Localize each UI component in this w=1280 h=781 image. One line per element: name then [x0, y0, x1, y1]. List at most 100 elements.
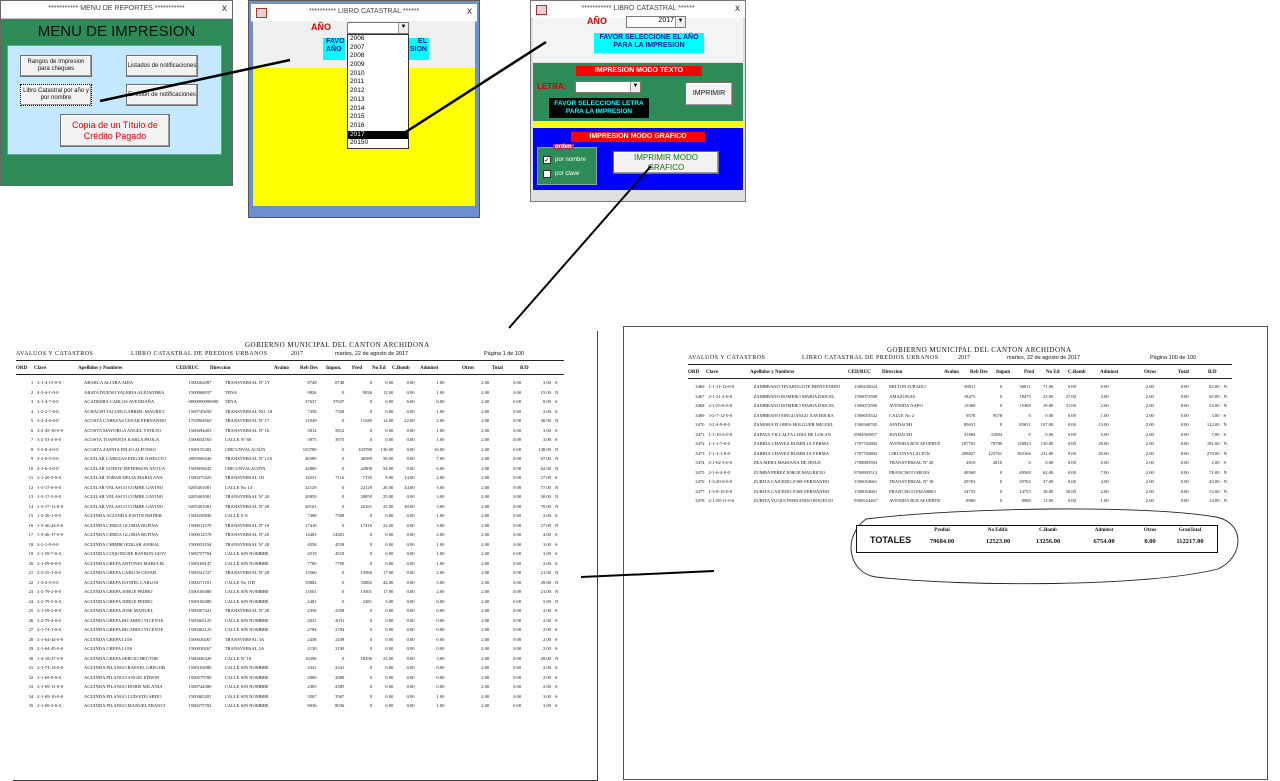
table-cell: 0.00 — [513, 522, 522, 528]
table-cell: N — [1223, 403, 1227, 409]
table-cell: 0 — [341, 503, 345, 509]
close-icon[interactable]: x — [222, 3, 227, 14]
por-nombre-label: por nombre — [555, 157, 586, 163]
table-cell: N — [554, 446, 559, 452]
report1-year: 2017 — [291, 351, 303, 357]
table-cell: 35 — [28, 703, 34, 709]
table-cell: 7308 — [335, 513, 345, 519]
table-cell: 1500012570 — [188, 532, 212, 538]
year-option[interactable]: 2007 — [348, 44, 408, 53]
year-option[interactable]: 2017 — [348, 130, 408, 140]
table-cell: N — [1223, 450, 1227, 456]
table-cell: 85651 — [963, 422, 976, 428]
column-header: Direccion — [882, 370, 903, 375]
table-cell: 0 — [1028, 460, 1031, 466]
table-cell: 0.00 — [385, 532, 394, 538]
table-cell: 2.00 — [481, 703, 490, 709]
table-cell: 2.00 — [1145, 403, 1154, 409]
year-option[interactable]: 2009 — [348, 61, 408, 70]
year-option[interactable]: 2013 — [348, 96, 408, 105]
table-cell: 29 — [28, 646, 34, 652]
table-cell: 2.00 — [542, 646, 551, 652]
print-year-select[interactable]: 2017 ▼ — [626, 16, 686, 28]
table-cell: 3468 — [695, 403, 705, 409]
table-cell: 2-1-6-4-0-0 — [708, 469, 730, 475]
table-cell: AGUINDA GREFA ANTONIA MARIA M — [84, 560, 164, 566]
table-cell: 25.00 — [382, 503, 394, 509]
table-cell: 103780 — [358, 446, 372, 452]
table-cell: CALLE No 2 — [889, 412, 915, 418]
table-cell: 0.00 — [513, 389, 522, 395]
table-cell: 1500169147 — [188, 560, 212, 566]
table-cell: 181.00 — [1206, 441, 1220, 447]
chevron-down-icon[interactable]: ▼ — [398, 23, 408, 33]
table-cell: 4 — [30, 408, 34, 414]
table-cell: 14.00 — [382, 418, 394, 424]
table-cell: 34 — [28, 693, 34, 699]
year-option[interactable]: 2016 — [348, 122, 408, 131]
table-cell: AGUINDA PILANGO DORIS MILANIA — [84, 684, 163, 690]
copia-titulo-credito-button[interactable]: Copia de un Título de Crédito Pagado — [60, 114, 170, 147]
table-cell: CIRCUNVALACIÓN — [224, 465, 266, 471]
emision-notificaciones-button[interactable]: Emision de notificaciones — [126, 84, 198, 106]
table-cell: 7700 — [335, 560, 345, 566]
table-cell: TRANSVERSAL Nº 1Y — [224, 380, 271, 386]
table-cell: 2.00 — [1145, 384, 1154, 390]
libro-catastral-button[interactable]: Libro Catastral por año y por nombre — [20, 84, 92, 106]
table-cell: AGUINDA GREFA JORGE PEDRO — [84, 598, 153, 604]
table-cell: 0.00 — [1067, 479, 1076, 485]
table-cell: 0.00 — [385, 560, 394, 566]
rangos-impresion-button[interactable]: Rangos de Impresion para cheques — [20, 55, 92, 77]
imprimir-texto-button[interactable]: IMPRIMIR — [685, 82, 733, 106]
report1-date: martes, 22 de agosto de 2017 — [335, 351, 409, 357]
table-cell: CALLE S N — [224, 513, 248, 519]
table-cell: 2.00 — [481, 655, 490, 661]
table-cell: 1500744380 — [188, 684, 212, 690]
table-row: 3469 3-2-7-12-0-0 ZAMBRANO SINGUANGO XAVIE… — [688, 411, 1236, 421]
year-option[interactable]: 2012 — [348, 87, 408, 96]
table-cell: 9826 — [307, 389, 317, 395]
year-option[interactable]: 2014 — [348, 105, 408, 114]
year-option[interactable]: 2010 — [348, 70, 408, 79]
table-cell: 0.00 — [1067, 441, 1076, 447]
table-cell: 0 — [341, 456, 345, 462]
letra-select[interactable]: ▼ — [575, 81, 641, 93]
year-option[interactable]: 2006 — [348, 35, 408, 44]
year-option[interactable]: 20150 — [348, 139, 408, 148]
table-cell: AGUINDA GREFA SERGIO HECTOR — [84, 655, 159, 661]
year-dropdown-list[interactable]: 2006 2007 2008 2009 2010 2011 2012 2013 2014 2015… — [347, 34, 409, 149]
chevron-down-icon[interactable]: ▼ — [675, 17, 685, 27]
table-cell: 1.00 — [1100, 412, 1109, 418]
listados-notificaciones-button[interactable]: Listados de notificaciones — [126, 55, 198, 77]
table-cell: 2.00 — [542, 608, 551, 614]
table-row: 19 2-1-59-7-0-0 AGUINDA COQUINCHE BAYRON G… — [16, 549, 568, 559]
table-cell: 2.00 — [1145, 450, 1154, 456]
table-cell: 37.00 — [1065, 393, 1076, 399]
chevron-down-icon[interactable]: ▼ — [630, 82, 640, 92]
por-clave-checkbox[interactable] — [543, 170, 551, 178]
table-cell: 27 — [28, 627, 34, 633]
close-icon[interactable]: x — [467, 6, 472, 17]
table-cell: 20859 — [360, 494, 372, 500]
table-cell: 2.00 — [481, 608, 490, 614]
table-cell: 3472 — [695, 441, 705, 447]
table-cell: JONDACHI — [889, 431, 913, 437]
table-cell: 0.00 — [406, 551, 415, 557]
table-cell: 2.00 — [481, 522, 490, 528]
table-cell: 0 — [369, 636, 372, 642]
por-nombre-checkbox[interactable]: ✓ — [543, 156, 551, 164]
year-option[interactable]: 2011 — [348, 78, 408, 87]
table-cell: 1500262087 — [188, 380, 212, 386]
year-select[interactable]: ▼ — [347, 22, 409, 34]
table-row: 4 1-2-2-7-0-0 ACHACHI TACURI GABRIEL MAURI… — [16, 407, 568, 417]
table-cell: TRANSVERSAL 1D — [224, 475, 265, 481]
close-icon[interactable]: x — [735, 3, 740, 14]
table-cell: 0.00 — [1180, 431, 1189, 437]
imprimir-grafico-button[interactable]: IMPRIMIR MODO GRAFICO — [613, 151, 719, 174]
year-option[interactable]: 2008 — [348, 52, 408, 61]
table-cell: ZURITA CAICEDO JOSE FERNANDO — [753, 479, 830, 485]
table-cell: 37637 — [305, 399, 317, 405]
table-cell: 3470 — [695, 422, 705, 428]
year-option[interactable]: 2015 — [348, 113, 408, 122]
table-cell: 122.00 — [1206, 422, 1220, 428]
